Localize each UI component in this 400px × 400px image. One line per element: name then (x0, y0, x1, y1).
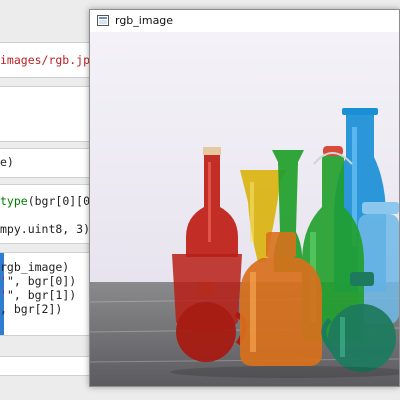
code-line: images/rgb.jpg (0, 53, 97, 67)
image-window[interactable]: rgb_image (89, 9, 400, 387)
code-line: '", bgr[1]) (0, 288, 76, 302)
window-titlebar[interactable]: rgb_image (90, 10, 399, 33)
type-builtin: type (0, 194, 28, 208)
code-line: e) (0, 155, 14, 169)
string-fragment: ' (0, 288, 7, 302)
code-line: mpy.uint8, 3) (0, 222, 91, 236)
window-title: rgb_image (115, 14, 174, 27)
image-window-icon (97, 15, 109, 26)
code-fragment: ", bgr[1]) (6, 288, 77, 302)
bottles-photo (90, 32, 399, 386)
code-line: , bgr[2]) (0, 302, 63, 316)
code-line: type(bgr[0][0 (0, 194, 90, 208)
type-args: (bgr[0][0 (27, 194, 91, 208)
code-line: '", bgr[0]) (0, 274, 76, 288)
string-fragment: ' (0, 274, 7, 288)
image-canvas[interactable] (90, 32, 399, 386)
code-line: rgb_image) (0, 260, 70, 274)
code-fragment: ", bgr[0]) (6, 274, 77, 288)
bottle-shadow (170, 366, 399, 378)
path-string: images/rgb.jpg (0, 53, 97, 67)
